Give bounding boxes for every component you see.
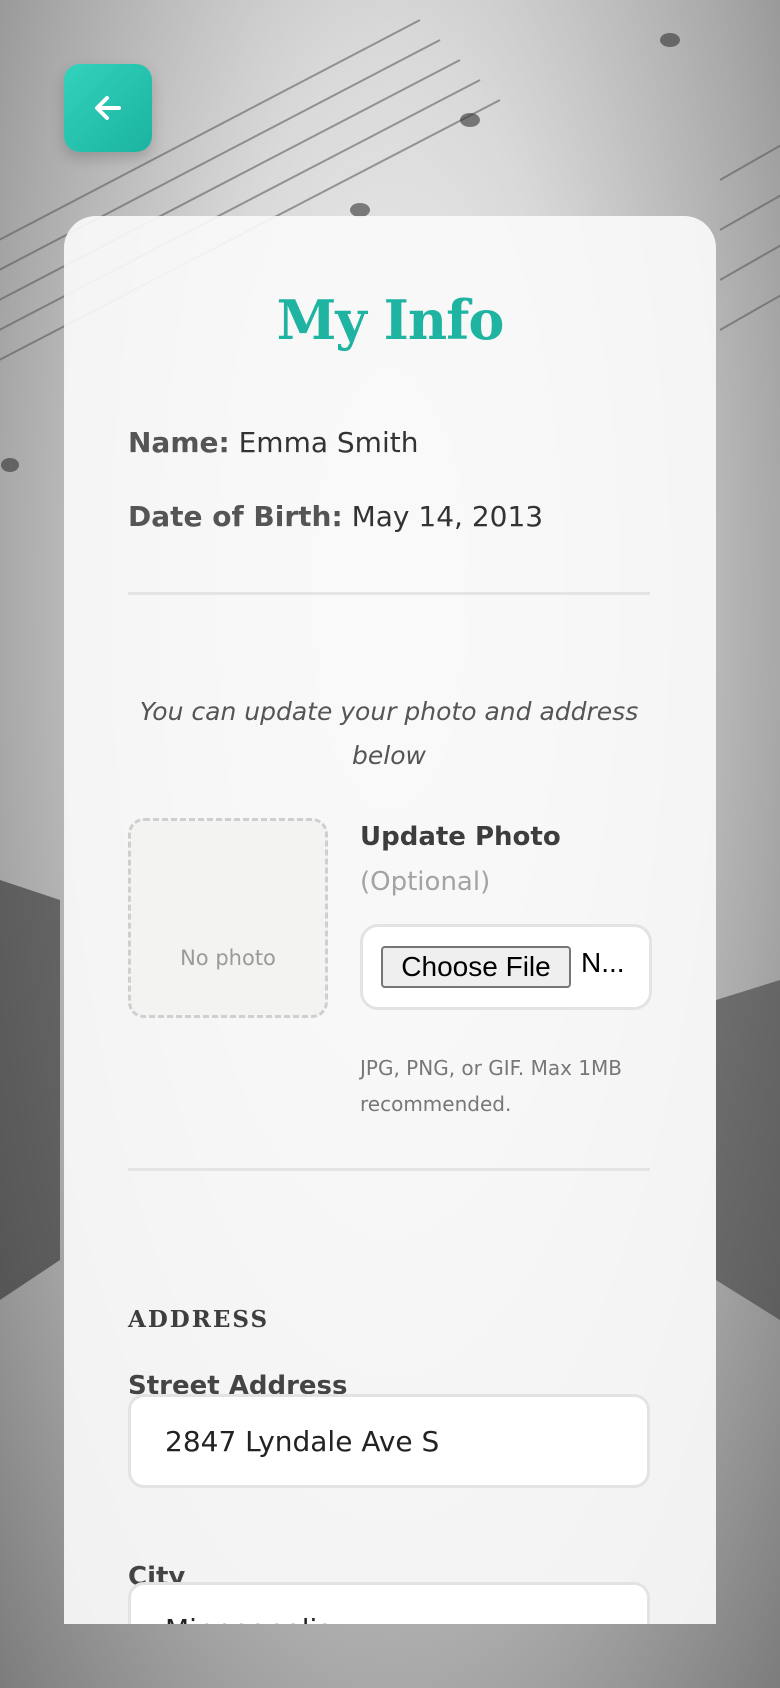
dob-label: Date of Birth: xyxy=(128,500,343,533)
dob-value: May 14, 2013 xyxy=(351,500,544,533)
street-address-input[interactable] xyxy=(128,1394,650,1488)
divider xyxy=(128,1168,650,1171)
name-value: Emma Smith xyxy=(238,426,419,459)
optional-label: (Optional) xyxy=(360,867,491,897)
photo-preview: No photo xyxy=(128,818,328,1018)
back-button[interactable] xyxy=(64,64,152,152)
page-title: My Info xyxy=(276,288,505,352)
file-status-text: N... xyxy=(581,947,625,978)
dob-row: Date of Birth: May 14, 2013 xyxy=(128,500,543,533)
no-photo-text: No photo xyxy=(180,946,276,970)
arrow-left-icon xyxy=(95,96,121,120)
file-requirements-note: JPG, PNG, or GIF. Max 1MB recommended. xyxy=(360,1056,623,1116)
update-hint: You can update your photo and address be… xyxy=(139,697,639,770)
address-heading: ADDRESS xyxy=(128,1306,270,1333)
divider xyxy=(128,592,650,595)
name-row: Name: Emma Smith xyxy=(128,426,418,459)
file-input[interactable]: Choose File N... xyxy=(360,924,652,1010)
info-card: My Info Name: Emma Smith Date of Birth: … xyxy=(64,216,716,1624)
city-input[interactable] xyxy=(128,1582,650,1624)
update-photo-label: Update Photo xyxy=(360,822,561,852)
choose-file-button[interactable]: Choose File xyxy=(381,946,571,988)
name-label: Name: xyxy=(128,426,230,459)
